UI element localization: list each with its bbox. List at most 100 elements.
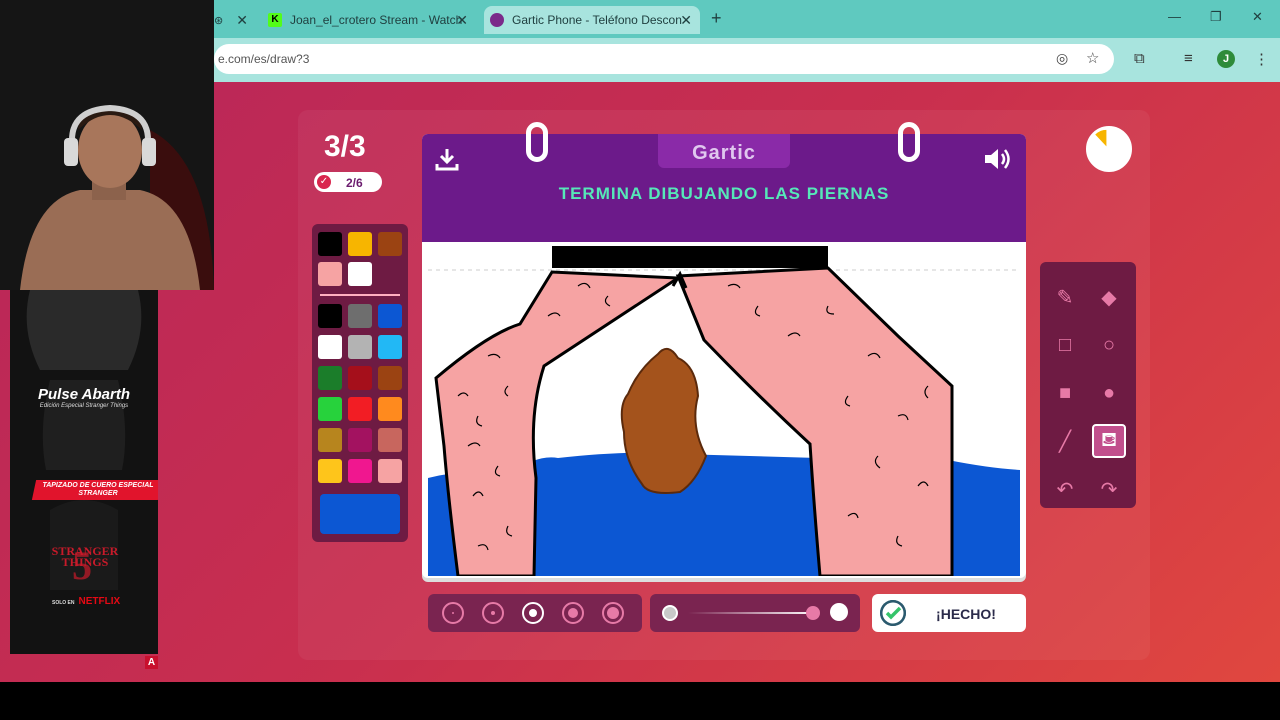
- color-swatch[interactable]: [348, 459, 372, 483]
- pencil-icon[interactable]: ✎: [1048, 280, 1082, 314]
- color-swatch[interactable]: [318, 366, 342, 390]
- color-swatch[interactable]: [318, 262, 342, 286]
- opacity-slider[interactable]: [650, 594, 860, 632]
- new-tab-icon[interactable]: +: [711, 8, 722, 29]
- color-swatch[interactable]: [318, 459, 342, 483]
- url-field[interactable]: e.com/es/draw?3 ◎ ☆: [214, 44, 1114, 74]
- star-icon[interactable]: ☆: [1086, 49, 1099, 67]
- timer: [1086, 126, 1132, 172]
- players-count: 2/6: [346, 176, 363, 190]
- color-swatch[interactable]: [348, 335, 372, 359]
- extensions-icon[interactable]: ⧉: [1134, 50, 1145, 67]
- download-icon[interactable]: [434, 146, 460, 172]
- logo-plate: Gartic: [658, 134, 790, 168]
- brush-size-option[interactable]: [602, 602, 624, 624]
- speaker-icon[interactable]: [982, 146, 1012, 172]
- brush-dot: [452, 612, 454, 614]
- done-button[interactable]: ¡HECHO!: [872, 594, 1026, 632]
- color-swatch[interactable]: [378, 232, 402, 256]
- brush-size-option[interactable]: [442, 602, 464, 624]
- line-icon[interactable]: ╱: [1048, 424, 1082, 458]
- color-palette: [312, 224, 408, 542]
- ad-overlay: Pulse Abarth Edición Especial Stranger T…: [10, 290, 158, 654]
- color-swatch[interactable]: [318, 335, 342, 359]
- drawing-prompt: TERMINA DIBUJANDO LAS PIERNAS: [558, 184, 890, 203]
- check-icon: [880, 600, 906, 626]
- tab-favicon-icon: ⊛: [214, 14, 224, 27]
- undo-icon[interactable]: ↶: [1048, 472, 1082, 506]
- check-icon: ✓: [317, 175, 331, 189]
- color-swatch[interactable]: [348, 397, 372, 421]
- brush-dot: [607, 607, 619, 619]
- color-swatch[interactable]: [348, 428, 372, 452]
- brush-dot: [491, 611, 495, 615]
- url-text: e.com/es/draw?3: [218, 52, 310, 66]
- netflix-logo: SOLO EN NETFLIX: [52, 596, 121, 607]
- promo-title: Pulse Abarth: [38, 386, 130, 403]
- sketchbook-header: Gartic TERMINA DIBUJANDO LAS PIERNAS: [422, 122, 1026, 242]
- binder-ring-icon: [898, 122, 920, 162]
- current-color: [320, 494, 400, 534]
- color-swatch[interactable]: [378, 397, 402, 421]
- tab-stream[interactable]: K Joan_el_crotero Stream - Watch ✕: [262, 6, 476, 34]
- brush-size-option[interactable]: [482, 602, 504, 624]
- gartic-favicon-icon: [490, 13, 504, 27]
- minimize-icon[interactable]: —: [1168, 9, 1181, 24]
- color-swatch[interactable]: [318, 428, 342, 452]
- color-swatch[interactable]: [318, 397, 342, 421]
- brush-size-option[interactable]: [562, 602, 584, 624]
- brush-dot: [568, 608, 578, 618]
- webcam-overlay: [0, 0, 214, 290]
- show-logo: STRANGER THINGS: [51, 544, 119, 569]
- slider-handle[interactable]: [806, 606, 820, 620]
- ellipse-fill-icon[interactable]: ●: [1092, 376, 1126, 410]
- menu-icon[interactable]: ⋮: [1254, 50, 1269, 68]
- game-container: 3/3 ✓ 2/6 Gartic TERMINA DIBUJANDO LAS P…: [298, 110, 1150, 660]
- players-badge: ✓ 2/6: [314, 172, 382, 192]
- color-swatch[interactable]: [318, 232, 342, 256]
- ellipse-outline-icon[interactable]: ○: [1092, 328, 1126, 362]
- color-swatch[interactable]: [348, 232, 372, 256]
- black-band: [552, 246, 828, 268]
- color-swatch[interactable]: [348, 304, 372, 328]
- close-window-icon[interactable]: ✕: [1252, 9, 1263, 25]
- promo-band-text: TAPIZADO DE CUERO ESPECIAL STRANGER: [42, 482, 154, 497]
- timer-pie: [1089, 129, 1123, 163]
- redo-icon[interactable]: ↷: [1092, 472, 1126, 506]
- opacity-high-icon: [830, 603, 848, 621]
- eraser-icon[interactable]: ◆: [1092, 280, 1126, 314]
- color-swatch[interactable]: [348, 366, 372, 390]
- drawing-canvas[interactable]: [428, 246, 1020, 576]
- done-label: ¡HECHO!: [936, 606, 996, 622]
- bucket-icon[interactable]: ⛾: [1092, 424, 1126, 458]
- promo-subtitle: Edición Especial Stranger Things: [39, 403, 129, 409]
- close-icon[interactable]: ✕: [236, 12, 248, 29]
- opacity-low-icon: [662, 605, 678, 621]
- restore-icon[interactable]: ❐: [1210, 9, 1222, 25]
- color-swatch[interactable]: [378, 366, 402, 390]
- tool-panel: ✎ ◆ □ ○ ■ ● ╱ ⛾ ↶ ↷: [1040, 262, 1136, 508]
- color-swatch[interactable]: [378, 428, 402, 452]
- palette-divider: [320, 294, 400, 296]
- slider-track: [688, 612, 816, 614]
- avatar[interactable]: J: [1217, 50, 1235, 68]
- abarth-badge: A: [145, 656, 158, 669]
- brush-size-panel: [428, 594, 642, 632]
- rect-outline-icon[interactable]: □: [1048, 328, 1082, 362]
- close-icon[interactable]: ✕: [680, 12, 692, 29]
- rect-fill-icon[interactable]: ■: [1048, 376, 1082, 410]
- close-icon[interactable]: ✕: [456, 12, 468, 29]
- color-swatch[interactable]: [318, 304, 342, 328]
- tab-partial[interactable]: ⊛ ✕: [214, 6, 254, 34]
- color-swatch[interactable]: [378, 335, 402, 359]
- round-counter: 3/3: [324, 130, 366, 163]
- tab-title: Joan_el_crotero Stream - Watch: [290, 13, 463, 27]
- media-icon[interactable]: ≡: [1184, 50, 1193, 67]
- webcam-feed: [0, 0, 214, 290]
- color-swatch[interactable]: [378, 304, 402, 328]
- eye-off-icon[interactable]: ◎: [1056, 50, 1068, 67]
- brush-size-option[interactable]: [522, 602, 544, 624]
- color-swatch[interactable]: [348, 262, 372, 286]
- tab-gartic[interactable]: Gartic Phone - Teléfono Descon ✕: [484, 6, 700, 34]
- color-swatch[interactable]: [378, 459, 402, 483]
